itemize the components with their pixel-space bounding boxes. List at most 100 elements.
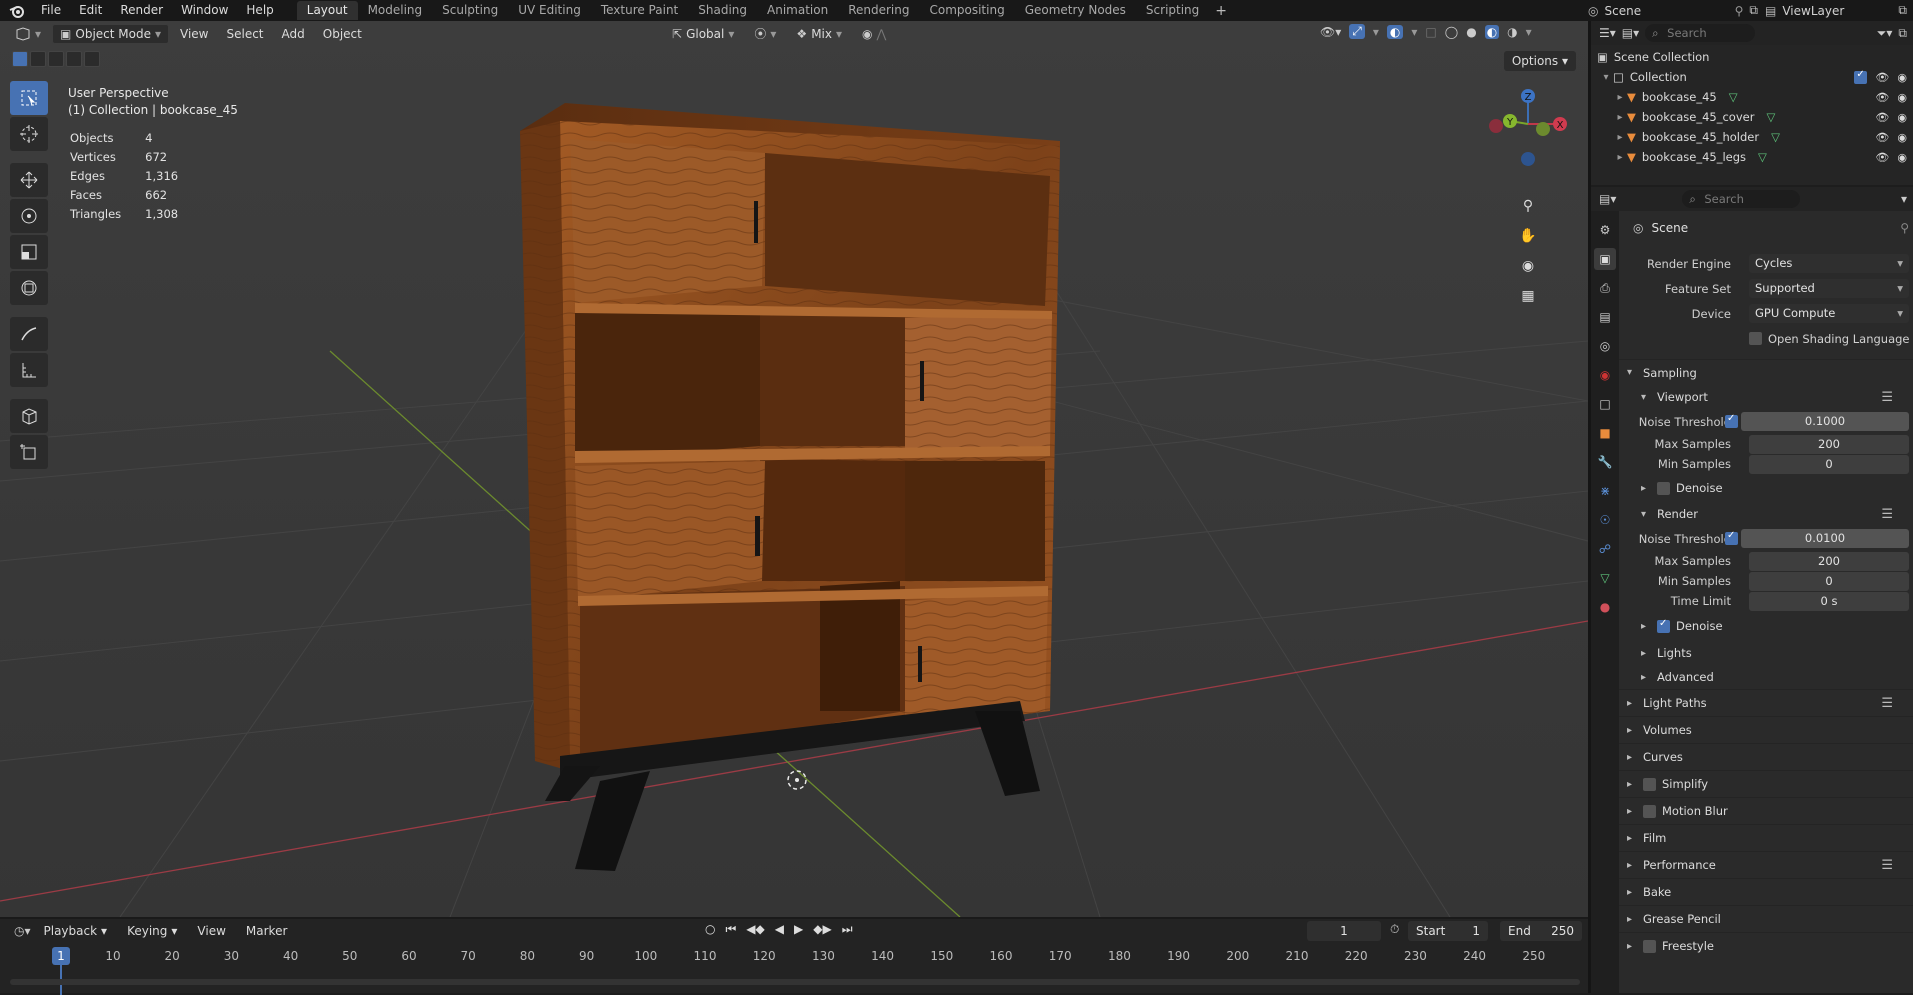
tab-rendering[interactable]: Rendering xyxy=(838,1,919,20)
play-reverse-icon[interactable]: ◀ xyxy=(775,922,784,937)
render-denoise-checkbox[interactable] xyxy=(1657,618,1670,633)
tab-texture-paint[interactable]: Texture Paint xyxy=(591,1,688,20)
play-icon[interactable]: ▶ xyxy=(794,922,803,937)
object-tab-icon[interactable]: ■ xyxy=(1594,422,1616,444)
add-cube-tool[interactable] xyxy=(10,399,48,433)
wireframe-shading-icon[interactable]: ◯ xyxy=(1445,25,1458,39)
simplify-checkbox[interactable] xyxy=(1643,777,1656,791)
expand-arrow-icon[interactable]: ▸ xyxy=(1613,112,1627,123)
select-intersect-icon[interactable] xyxy=(84,51,100,67)
viewport-min-samples-field[interactable]: 0 xyxy=(1749,454,1909,474)
pivot-point-dropdown[interactable]: ⦿ ▾ xyxy=(747,24,783,44)
modifier-tab-icon[interactable]: 🔧 xyxy=(1594,451,1616,473)
scene-collection-row[interactable]: ▣ Scene Collection xyxy=(1591,47,1913,67)
tab-layout[interactable]: Layout xyxy=(296,1,358,20)
timeline-editor[interactable]: ◷▾ Playback ▾ Keying ▾ View Marker ○ ⏮ ◀… xyxy=(0,917,1588,995)
render-subpanel-header[interactable]: ▾ Render ☰ xyxy=(1619,502,1913,526)
new-view-layer-icon[interactable]: ⧉ xyxy=(1898,3,1907,18)
camera-icon[interactable]: ◉ xyxy=(1897,131,1907,144)
physics-tab-icon[interactable]: ☉ xyxy=(1594,509,1616,531)
collection-row[interactable]: ▾ □ Collection 👁 ◉ xyxy=(1591,67,1913,87)
osl-check-box[interactable] xyxy=(1749,332,1762,345)
osl-checkbox[interactable]: Open Shading Language xyxy=(1749,332,1910,346)
tab-modeling[interactable]: Modeling xyxy=(358,1,433,20)
simplify-panel-header[interactable]: ▸ Simplify xyxy=(1619,770,1913,797)
presets-list-icon[interactable]: ☰ xyxy=(1881,507,1893,522)
axis-gizmo-icon[interactable]: Z X Y xyxy=(1468,84,1588,174)
time-limit-field[interactable]: 0 s xyxy=(1749,591,1909,611)
end-frame-field[interactable]: End 250 xyxy=(1500,921,1582,941)
navigation-gizmo[interactable]: Z X Y ⚲ ✋ ◉ ▦ xyxy=(1468,84,1588,324)
options-dropdown[interactable]: Options ▾ xyxy=(1503,51,1576,71)
motion-blur-checkbox[interactable] xyxy=(1643,804,1656,818)
curves-panel-header[interactable]: ▸ Curves xyxy=(1619,743,1913,770)
eye-icon[interactable]: 👁 xyxy=(1875,111,1889,124)
sampling-panel-header[interactable]: ▾ Sampling xyxy=(1619,359,1913,385)
performance-panel-header[interactable]: ▸ Performance ☰ xyxy=(1619,851,1913,878)
data-tab-icon[interactable]: ▽ xyxy=(1594,567,1616,589)
output-tab-icon[interactable]: ⎙ xyxy=(1594,277,1616,299)
outliner-search-input[interactable]: Search xyxy=(1645,24,1756,42)
camera-icon[interactable]: ◉ xyxy=(1897,151,1907,164)
eye-icon[interactable]: 👁 xyxy=(1875,91,1889,104)
overlays-dropdown-icon[interactable]: ▾ xyxy=(1411,25,1417,39)
viewport-menu-add[interactable]: Add xyxy=(275,24,312,44)
move-tool[interactable] xyxy=(10,163,48,197)
camera-icon[interactable]: ◉ xyxy=(1897,91,1907,104)
motion-blur-panel-header[interactable]: ▸ Motion Blur xyxy=(1619,797,1913,824)
outliner-object-row[interactable]: ▸ ▼ bookcase_45_cover ▽ 👁 ◉ xyxy=(1591,107,1913,127)
camera-icon[interactable]: ◉ xyxy=(1897,111,1907,124)
auto-keying-icon[interactable]: ○ xyxy=(705,922,715,937)
presets-list-icon[interactable]: ☰ xyxy=(1881,696,1893,711)
zoom-icon[interactable]: ⚲ xyxy=(1516,194,1540,218)
world-tab-icon[interactable]: ◉ xyxy=(1594,364,1616,386)
editor-type-button[interactable]: ▾ xyxy=(8,24,48,44)
select-box-tool[interactable] xyxy=(10,81,48,115)
pin-icon[interactable]: ⚲ xyxy=(1735,4,1744,18)
render-engine-dropdown[interactable]: Cycles xyxy=(1749,254,1909,273)
timeline-menu-view[interactable]: View xyxy=(190,921,232,941)
particles-tab-icon[interactable]: ⋇ xyxy=(1594,480,1616,502)
xray-toggle-icon[interactable]: □ xyxy=(1425,25,1436,39)
shading-dropdown-icon[interactable]: ▾ xyxy=(1526,25,1532,39)
playhead-frame-indicator[interactable]: 1 xyxy=(52,947,70,965)
pin-icon[interactable]: ⚲ xyxy=(1900,221,1909,235)
feature-set-dropdown[interactable]: Supported xyxy=(1749,279,1909,298)
expand-arrow-icon[interactable]: ▸ xyxy=(1613,132,1627,143)
jump-end-icon[interactable]: ⏭ xyxy=(842,922,853,937)
viewport-menu-view[interactable]: View xyxy=(173,24,215,44)
tab-sculpting[interactable]: Sculpting xyxy=(432,1,508,20)
gizmo-toggle-icon[interactable]: ⤢ xyxy=(1349,24,1365,39)
tab-animation[interactable]: Animation xyxy=(757,1,838,20)
viewport-menu-select[interactable]: Select xyxy=(219,24,270,44)
select-subtract-icon[interactable] xyxy=(48,51,64,67)
view-layer-selector[interactable]: ▤ ViewLayer ⧉ xyxy=(1765,0,1913,21)
menu-file[interactable]: File xyxy=(32,0,70,21)
render-max-samples-field[interactable]: 200 xyxy=(1749,551,1909,571)
tool-tab-icon[interactable]: ⚙ xyxy=(1594,219,1616,241)
gizmo-dropdown-icon[interactable]: ▾ xyxy=(1373,25,1379,39)
timeline-menu-playback[interactable]: Playback ▾ xyxy=(37,921,115,941)
menu-render[interactable]: Render xyxy=(111,0,172,21)
rotate-tool[interactable] xyxy=(10,199,48,233)
scale-tool[interactable] xyxy=(10,235,48,269)
pan-hand-icon[interactable]: ✋ xyxy=(1516,224,1540,248)
tab-scripting[interactable]: Scripting xyxy=(1136,1,1209,20)
eye-icon[interactable]: 👁 xyxy=(1875,151,1889,164)
eye-icon[interactable]: 👁 xyxy=(1875,131,1889,144)
render-denoise-header[interactable]: ▸ Denoise xyxy=(1619,611,1913,641)
bake-panel-header[interactable]: ▸ Bake xyxy=(1619,878,1913,905)
solid-shading-icon[interactable]: ● xyxy=(1466,25,1476,39)
use-preview-range-icon[interactable]: ⏱ xyxy=(1390,922,1399,937)
add-workspace-button[interactable]: + xyxy=(1209,3,1233,19)
presets-list-icon[interactable]: ☰ xyxy=(1881,390,1893,405)
new-collection-icon[interactable]: ⧉ xyxy=(1898,26,1907,41)
select-extend-icon[interactable] xyxy=(30,51,46,67)
render-noise-field[interactable]: 0.0100 xyxy=(1741,529,1909,548)
presets-list-icon[interactable]: ☰ xyxy=(1881,858,1893,873)
properties-editor-icon[interactable]: ▤▾ xyxy=(1599,192,1616,206)
viewport-denoise-checkbox[interactable] xyxy=(1657,481,1670,495)
select-invert-icon[interactable] xyxy=(66,51,82,67)
tab-geometry-nodes[interactable]: Geometry Nodes xyxy=(1015,1,1136,20)
viewport-noise-field[interactable]: 0.1000 xyxy=(1741,412,1909,431)
